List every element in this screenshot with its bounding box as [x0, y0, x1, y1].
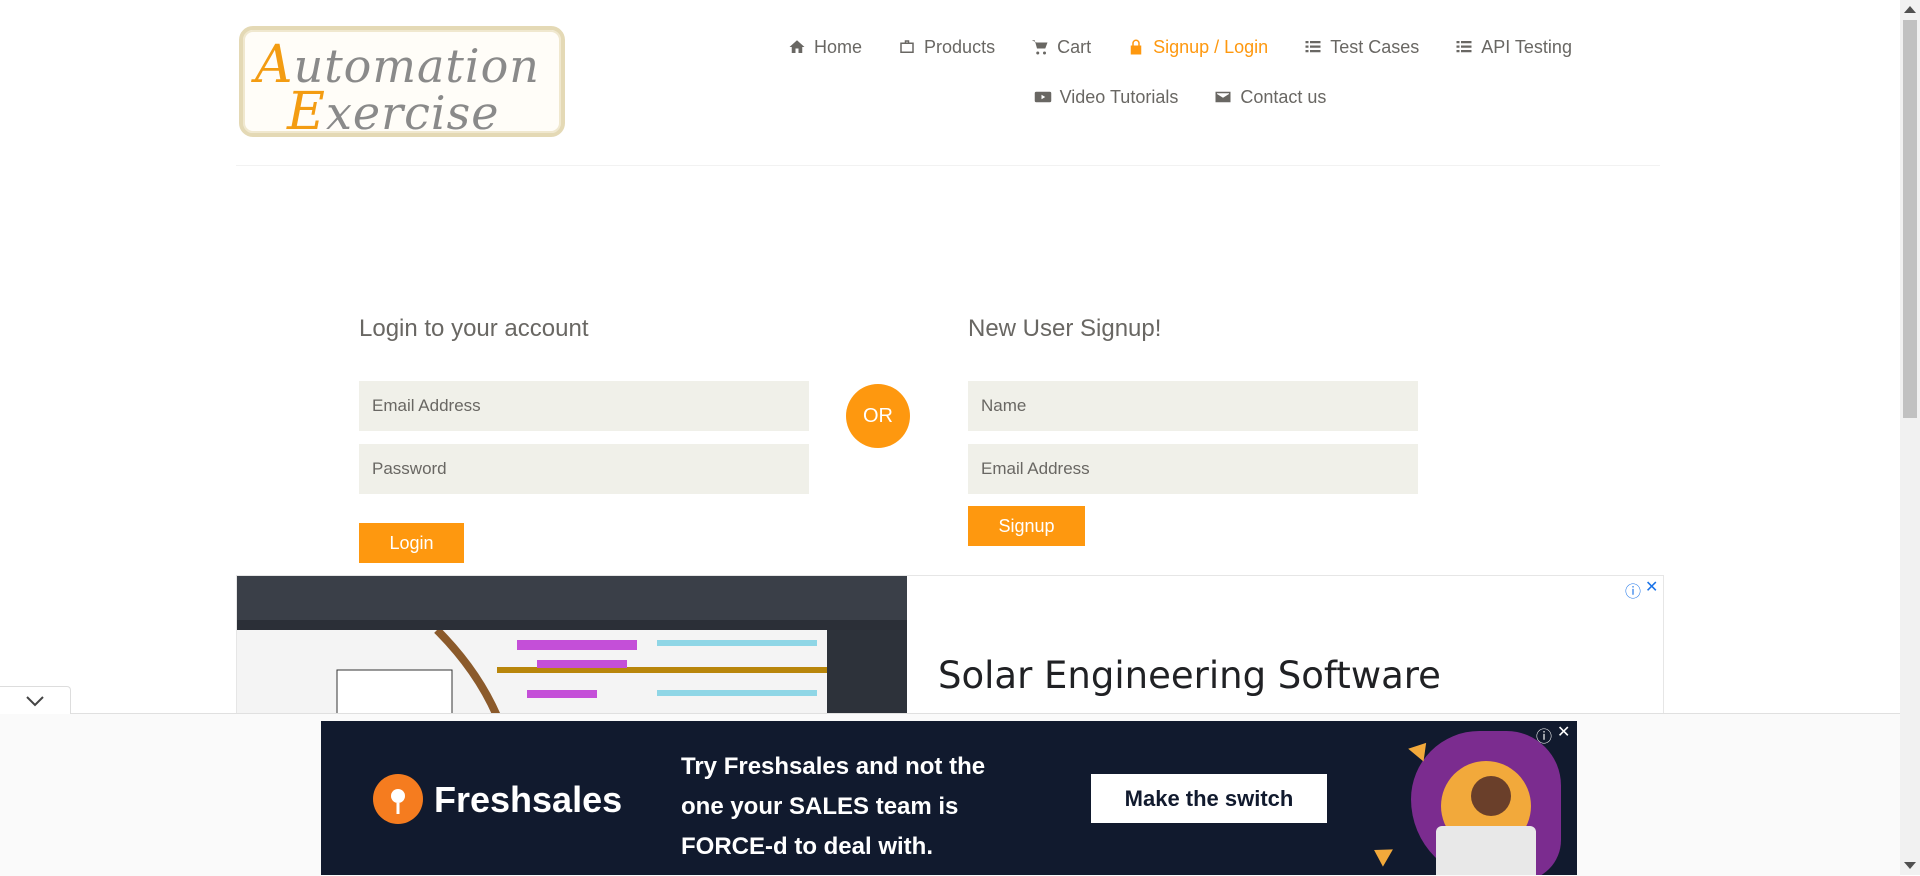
login-title: Login to your account	[359, 315, 589, 342]
scrollbar-thumb[interactable]	[1903, 20, 1917, 418]
signup-name-input[interactable]	[968, 381, 1418, 431]
login-password-input[interactable]	[359, 444, 809, 494]
collapse-ad-button[interactable]	[0, 686, 71, 714]
ad-decoration	[1369, 841, 1393, 867]
or-divider: OR	[846, 384, 910, 448]
chevron-down-icon	[26, 695, 44, 706]
nav-test-cases[interactable]: Test Cases	[1304, 36, 1419, 58]
logo-line-2: Exercise	[287, 82, 500, 142]
login-button[interactable]: Login	[359, 523, 464, 563]
signup-email-input[interactable]	[968, 444, 1418, 494]
scroll-up-arrow[interactable]	[1904, 6, 1916, 13]
solar-ad-banner[interactable]: Solar Engineering Software ⓘ ✕	[236, 575, 1664, 717]
freshsales-ad-banner[interactable]: Freshsales Try Freshsales and not the on…	[321, 721, 1577, 875]
nav-cart[interactable]: Cart	[1031, 36, 1091, 58]
lock-icon	[1130, 39, 1142, 55]
nav-video-tutorials[interactable]: Video Tutorials	[1034, 86, 1178, 108]
ad-headline: Solar Engineering Software	[938, 654, 1441, 697]
info-icon[interactable]: ⓘ	[1625, 578, 1641, 602]
cart-icon	[1031, 40, 1048, 55]
freshsales-copy: Try Freshsales and not the one your SALE…	[681, 753, 986, 860]
close-icon[interactable]: ✕	[1645, 577, 1658, 597]
nav-signup-login[interactable]: Signup / Login	[1127, 36, 1268, 58]
signup-button[interactable]: Signup	[968, 506, 1085, 546]
home-icon	[789, 40, 805, 53]
list-icon	[1456, 41, 1472, 53]
ad-person-image	[1471, 776, 1511, 816]
nav-products[interactable]: Products	[898, 36, 995, 58]
header-divider	[236, 165, 1660, 166]
youtube-icon	[1034, 91, 1051, 103]
freshsales-brand: Freshsales	[434, 779, 623, 820]
list-icon	[1305, 41, 1321, 53]
signup-title: New User Signup!	[968, 315, 1162, 342]
ad-software-canvas	[237, 627, 827, 716]
nav-contact-us[interactable]: Contact us	[1214, 86, 1326, 108]
nav-api-testing[interactable]: API Testing	[1455, 36, 1572, 58]
envelope-icon	[1215, 91, 1231, 103]
info-icon[interactable]: ⓘ	[1536, 723, 1552, 747]
ad-laptop-image	[1436, 826, 1536, 875]
close-icon[interactable]: ✕	[1557, 722, 1570, 742]
nav-home[interactable]: Home	[788, 36, 862, 58]
scroll-down-arrow[interactable]	[1904, 862, 1916, 869]
site-logo[interactable]: Automation Exercise	[239, 26, 565, 142]
ad-screenshot-image	[237, 576, 907, 716]
main-nav: Home Products Cart Signup / Login Test C…	[700, 36, 1660, 108]
make-the-switch-button[interactable]: Make the switch	[1091, 774, 1327, 823]
ad-software-panel	[827, 630, 907, 716]
briefcase-icon	[900, 40, 914, 53]
ad-software-ribbon	[237, 576, 907, 620]
login-email-input[interactable]	[359, 381, 809, 431]
freshsales-logo-icon	[373, 774, 423, 824]
